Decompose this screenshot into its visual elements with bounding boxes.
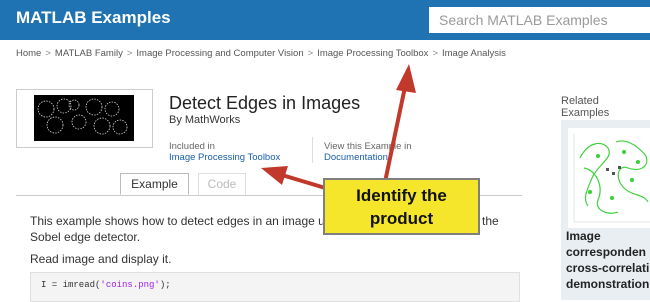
arrow-to-included-in [261,166,334,192]
callout-line-2: product [369,209,434,228]
callout-line-1: Identify the [356,186,447,205]
annotation-arrows [261,64,416,192]
arrow-to-breadcrumb [383,64,416,184]
annotation-callout: Identify the product [323,178,480,235]
